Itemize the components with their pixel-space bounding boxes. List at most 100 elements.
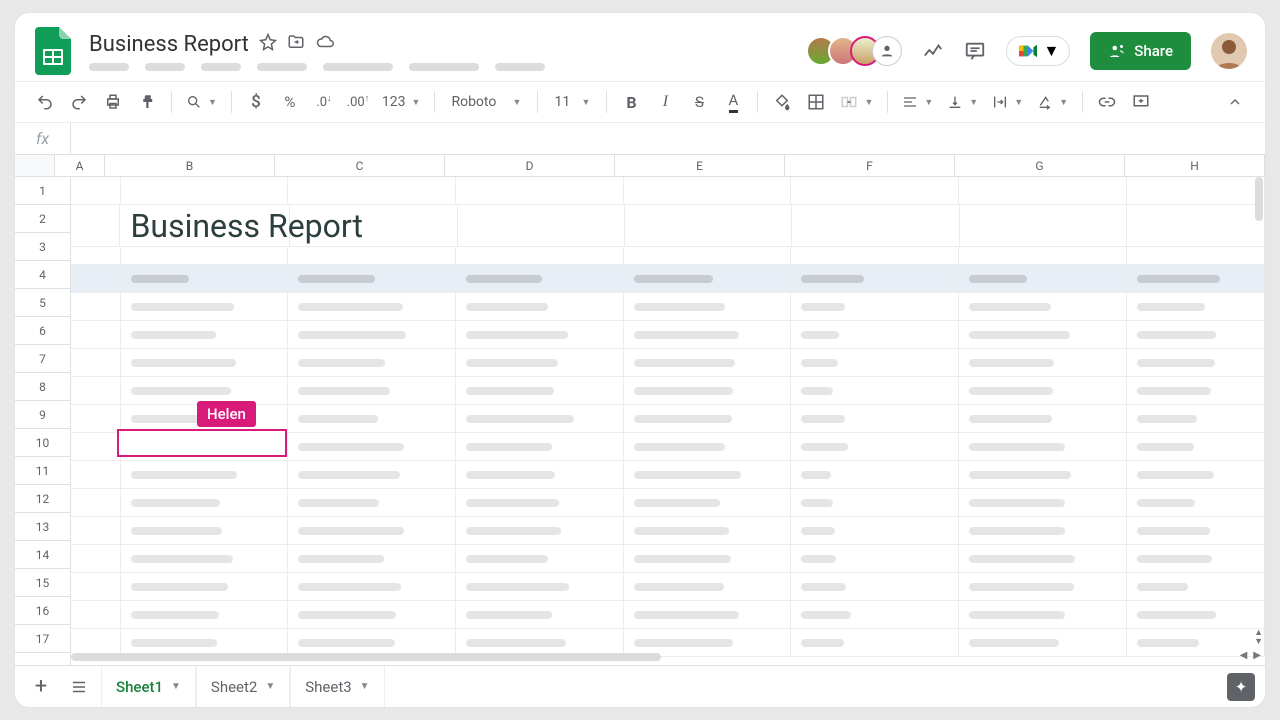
zoom-dropdown[interactable]: ▼ xyxy=(180,87,223,117)
row-headers[interactable]: 1234567891011121314151617 xyxy=(15,177,71,665)
cell-G3[interactable] xyxy=(959,247,1127,264)
cell-H9[interactable] xyxy=(1127,405,1265,432)
cell-D3[interactable] xyxy=(456,247,624,264)
row-header-17[interactable]: 17 xyxy=(15,625,70,653)
cell-B8[interactable] xyxy=(121,377,289,404)
cell-B13[interactable] xyxy=(121,517,289,544)
percent-button[interactable]: % xyxy=(274,87,306,117)
bold-button[interactable]: B xyxy=(615,87,647,117)
cell-F16[interactable] xyxy=(791,601,959,628)
text-wrap-button[interactable]: ▼ xyxy=(986,87,1029,117)
row-header-13[interactable]: 13 xyxy=(15,513,70,541)
row-header-15[interactable]: 15 xyxy=(15,569,70,597)
cell-B1[interactable] xyxy=(121,177,289,204)
cell-H10[interactable] xyxy=(1127,433,1265,460)
cell-H1[interactable] xyxy=(1127,177,1265,204)
row-header-6[interactable]: 6 xyxy=(15,317,70,345)
cell-B15[interactable] xyxy=(121,573,289,600)
cell-D10[interactable] xyxy=(456,433,624,460)
column-header-B[interactable]: B xyxy=(105,155,275,176)
cell-E10[interactable] xyxy=(624,433,792,460)
cell-B6[interactable] xyxy=(121,321,289,348)
cell-H6[interactable] xyxy=(1127,321,1265,348)
cell-H11[interactable] xyxy=(1127,461,1265,488)
cell-B17[interactable] xyxy=(121,629,289,656)
cell-H16[interactable] xyxy=(1127,601,1265,628)
sheet-tab-sheet1[interactable]: Sheet1▼ xyxy=(101,666,196,708)
cell-B16[interactable] xyxy=(121,601,289,628)
cell-C10[interactable] xyxy=(288,433,456,460)
cell-B3[interactable] xyxy=(121,247,289,264)
cell-G7[interactable] xyxy=(959,349,1127,376)
fill-color-button[interactable] xyxy=(766,87,798,117)
cell-D17[interactable] xyxy=(456,629,624,656)
row-header-9[interactable]: 9 xyxy=(15,401,70,429)
cell-A17[interactable] xyxy=(71,629,121,656)
cell-C1[interactable] xyxy=(288,177,456,204)
cell-D12[interactable] xyxy=(456,489,624,516)
cell-A11[interactable] xyxy=(71,461,121,488)
cell-C2[interactable] xyxy=(290,205,457,246)
cell-G16[interactable] xyxy=(959,601,1127,628)
borders-button[interactable] xyxy=(800,87,832,117)
cell-H12[interactable] xyxy=(1127,489,1265,516)
cell-H13[interactable] xyxy=(1127,517,1265,544)
cell-D8[interactable] xyxy=(456,377,624,404)
cell-C5[interactable] xyxy=(288,293,456,320)
sheet-tab-sheet3[interactable]: Sheet3▼ xyxy=(290,666,384,708)
decrease-decimal-button[interactable]: .0↓ xyxy=(308,87,340,117)
sheet-tab-sheet2[interactable]: Sheet2▼ xyxy=(196,666,290,708)
cell-F4[interactable] xyxy=(791,265,959,292)
sheets-logo-icon[interactable] xyxy=(33,26,73,76)
cell-G4[interactable] xyxy=(959,265,1127,292)
cell-G9[interactable] xyxy=(959,405,1127,432)
cell-F9[interactable] xyxy=(791,405,959,432)
cell-G12[interactable] xyxy=(959,489,1127,516)
cell-A8[interactable] xyxy=(71,377,121,404)
column-header-D[interactable]: D xyxy=(445,155,615,176)
cell-C11[interactable] xyxy=(288,461,456,488)
column-header-G[interactable]: G xyxy=(955,155,1125,176)
cell-H14[interactable] xyxy=(1127,545,1265,572)
cell-E12[interactable] xyxy=(624,489,792,516)
undo-button[interactable] xyxy=(29,87,61,117)
cell-F13[interactable] xyxy=(791,517,959,544)
insert-comment-button[interactable] xyxy=(1125,87,1157,117)
row-header-5[interactable]: 5 xyxy=(15,289,70,317)
cell-H8[interactable] xyxy=(1127,377,1265,404)
cell-C6[interactable] xyxy=(288,321,456,348)
cell-H4[interactable] xyxy=(1127,265,1265,292)
cell-C14[interactable] xyxy=(288,545,456,572)
cell-F1[interactable] xyxy=(791,177,959,204)
cell-B9[interactable] xyxy=(121,405,289,432)
cell-B11[interactable] xyxy=(121,461,289,488)
cell-A4[interactable] xyxy=(71,265,121,292)
cell-F8[interactable] xyxy=(791,377,959,404)
cell-E8[interactable] xyxy=(624,377,792,404)
column-header-H[interactable]: H xyxy=(1125,155,1265,176)
explore-button[interactable]: ✦ xyxy=(1227,673,1255,701)
cell-F14[interactable] xyxy=(791,545,959,572)
cell-G15[interactable] xyxy=(959,573,1127,600)
select-all-corner[interactable] xyxy=(15,155,55,176)
insert-link-button[interactable] xyxy=(1091,87,1123,117)
cell-F11[interactable] xyxy=(791,461,959,488)
cell-A10[interactable] xyxy=(71,433,121,460)
cell-A12[interactable] xyxy=(71,489,121,516)
row-header-11[interactable]: 11 xyxy=(15,457,70,485)
cell-B12[interactable] xyxy=(121,489,289,516)
cell-E4[interactable] xyxy=(624,265,792,292)
cell-A16[interactable] xyxy=(71,601,121,628)
cell-A9[interactable] xyxy=(71,405,121,432)
print-button[interactable] xyxy=(97,87,129,117)
column-header-E[interactable]: E xyxy=(615,155,785,176)
column-headers[interactable]: ABCDEFGH xyxy=(15,155,1265,177)
row-header-2[interactable]: 2 xyxy=(15,205,70,233)
cell-G11[interactable] xyxy=(959,461,1127,488)
cell-F15[interactable] xyxy=(791,573,959,600)
cell-E11[interactable] xyxy=(624,461,792,488)
row-header-7[interactable]: 7 xyxy=(15,345,70,373)
cell-G14[interactable] xyxy=(959,545,1127,572)
formula-bar[interactable]: fx xyxy=(15,123,1265,155)
cell-G8[interactable] xyxy=(959,377,1127,404)
